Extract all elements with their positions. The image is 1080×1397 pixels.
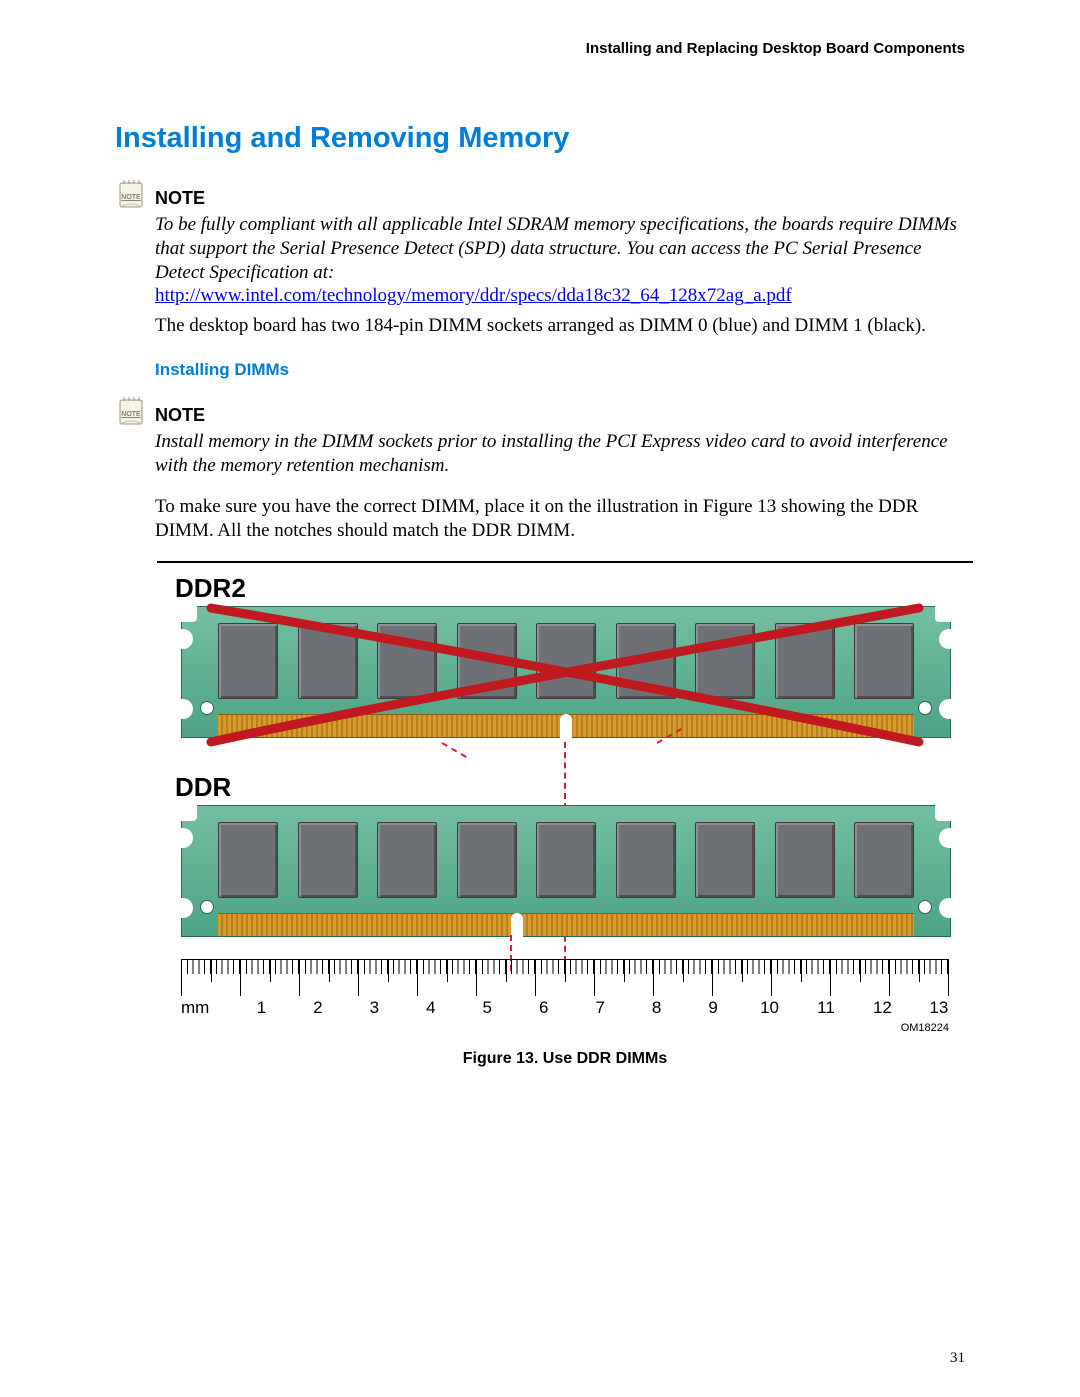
figure-caption: Figure 13. Use DDR DIMMs	[157, 1050, 973, 1068]
note-body-1: To be fully compliant with all applicabl…	[155, 213, 965, 284]
ruler-num: 10	[760, 998, 780, 1018]
ddr2-label: DDR2	[175, 573, 973, 604]
ruler-num: 12	[872, 998, 892, 1018]
page: Installing and Replacing Desktop Board C…	[0, 0, 1080, 1397]
note-block-2: NOTE NOTE Install memory in the DIMM soc…	[115, 394, 965, 478]
ruler: mm 1 2 3 4 5 6 7 8 9 10 11 12 13 OM18224	[181, 959, 949, 1034]
svg-text:NOTE: NOTE	[121, 411, 141, 418]
ruler-num: 13	[929, 998, 949, 1018]
ruler-num: 9	[703, 998, 723, 1018]
note-heading: NOTE	[155, 405, 205, 426]
ddr-module	[181, 805, 949, 949]
figure-code: OM18224	[181, 1022, 949, 1034]
ruler-num: 8	[647, 998, 667, 1018]
dimm-illustration: DDR 2	[157, 573, 973, 1034]
spec-link[interactable]: http://www.intel.com/technology/memory/d…	[155, 285, 792, 306]
page-title: Installing and Removing Memory	[115, 122, 965, 155]
ruler-num: 2	[308, 998, 328, 1018]
svg-text:NOTE: NOTE	[121, 194, 141, 201]
figure-13: DDR 2	[157, 561, 973, 1068]
body-paragraph-2: To make sure you have the correct DIMM, …	[155, 495, 965, 543]
ruler-num: 4	[421, 998, 441, 1018]
page-number: 31	[950, 1350, 965, 1367]
ruler-num: 7	[590, 998, 610, 1018]
ddr-label: DDR	[175, 772, 973, 803]
ruler-num: 6	[534, 998, 554, 1018]
note-heading: NOTE	[155, 188, 205, 209]
note-icon: NOTE	[115, 394, 147, 426]
ruler-unit: mm	[181, 998, 215, 1018]
running-header: Installing and Replacing Desktop Board C…	[115, 40, 965, 57]
ruler-numbers: mm 1 2 3 4 5 6 7 8 9 10 11 12 13	[181, 998, 949, 1018]
ruler-num: 11	[816, 998, 836, 1018]
figure-rule	[157, 561, 973, 563]
ruler-num: 3	[364, 998, 384, 1018]
note-block-1: NOTE NOTE To be fully compliant with all…	[115, 177, 965, 338]
ruler-num: 1	[251, 998, 271, 1018]
ddr2-module	[181, 606, 949, 750]
body-paragraph-1: The desktop board has two 184-pin DIMM s…	[155, 314, 965, 338]
note-body-2: Install memory in the DIMM sockets prior…	[155, 430, 965, 478]
subheading-installing-dimms: Installing DIMMs	[155, 360, 965, 380]
note-icon: NOTE	[115, 177, 147, 209]
ruler-num: 5	[477, 998, 497, 1018]
